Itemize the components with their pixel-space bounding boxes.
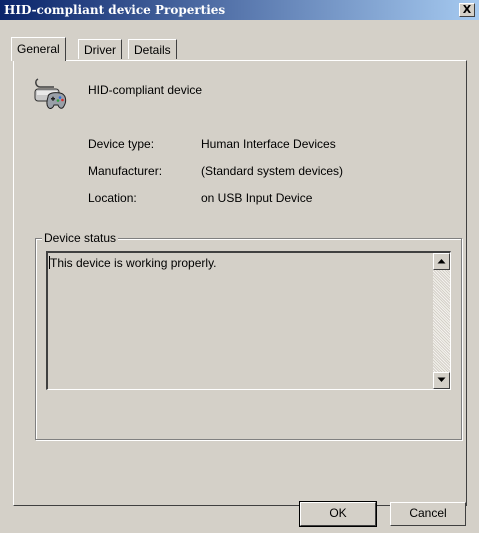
cancel-button[interactable]: Cancel	[390, 502, 466, 526]
scroll-up-button[interactable]	[433, 253, 450, 270]
device-status-text: This device is working properly.	[50, 256, 217, 270]
device-status-label: Device status	[42, 231, 119, 245]
properties-dialog: HID-compliant device Properties X Genera…	[0, 0, 479, 533]
close-button[interactable]: X	[459, 3, 475, 17]
tab-label: Details	[134, 43, 171, 57]
vertical-scrollbar[interactable]	[433, 253, 450, 389]
device-name: HID-compliant device	[88, 83, 203, 97]
device-type-label: Device type:	[88, 137, 155, 151]
tab-general[interactable]: General	[11, 37, 66, 61]
device-status-textbox[interactable]: This device is working properly.	[46, 251, 451, 390]
title-bar[interactable]: HID-compliant device Properties X	[0, 0, 479, 20]
hid-gamepad-icon	[34, 78, 67, 109]
window-title: HID-compliant device Properties	[4, 3, 226, 17]
manufacturer-value: (Standard system devices)	[201, 164, 344, 178]
tab-label: Driver	[84, 43, 116, 57]
device-type-value: Human Interface Devices	[201, 137, 336, 151]
tab-details[interactable]: Details	[128, 39, 177, 59]
ok-button[interactable]: OK	[299, 501, 377, 527]
arrow-up-icon	[437, 259, 446, 264]
arrow-down-icon	[437, 377, 446, 382]
scroll-down-button[interactable]	[433, 372, 450, 389]
manufacturer-label: Manufacturer:	[88, 164, 163, 178]
close-icon: X	[462, 3, 472, 16]
general-tab-panel: HID-compliant device Device type: Human …	[13, 60, 467, 506]
location-value: on USB Input Device	[201, 191, 313, 205]
location-label: Location:	[88, 191, 137, 205]
tab-label: General	[17, 42, 60, 56]
tab-driver[interactable]: Driver	[78, 39, 122, 59]
